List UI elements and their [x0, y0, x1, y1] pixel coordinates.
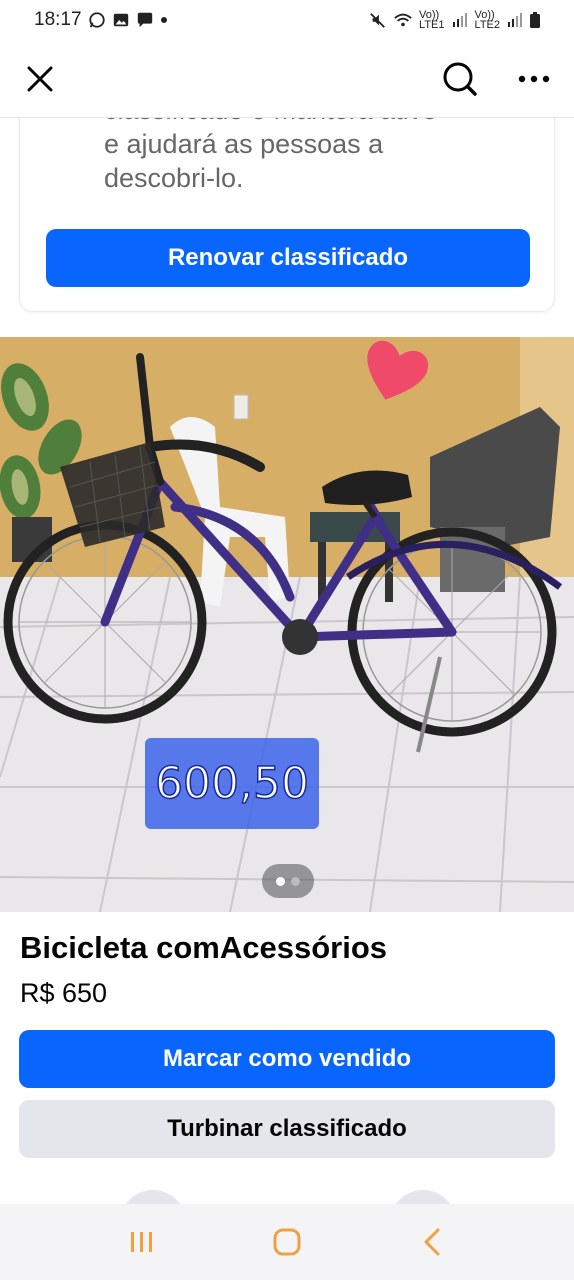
whatsapp-icon — [88, 12, 105, 28]
renew-card: classificado o manterá ativo e ajudará a… — [19, 92, 555, 312]
recents-button[interactable] — [112, 1212, 172, 1272]
wifi-icon — [394, 13, 412, 27]
heart-sticker-icon — [367, 340, 429, 400]
sim2-label: Vo)) LTE2 — [474, 9, 500, 31]
back-button[interactable] — [402, 1212, 462, 1272]
boost-listing-button[interactable]: Turbinar classificado — [19, 1100, 555, 1158]
status-time: 18:17 — [34, 9, 82, 30]
mark-as-sold-button[interactable]: Marcar como vendido — [19, 1030, 555, 1088]
signal-2-icon — [508, 13, 522, 27]
battery-icon — [530, 12, 540, 28]
status-bar: 18:17 Vo)) LTE1 Vo)) LTE2 — [0, 0, 574, 40]
search-icon — [443, 62, 477, 96]
top-bar — [0, 40, 574, 118]
search-button[interactable] — [438, 57, 482, 101]
photo-dot — [291, 876, 300, 886]
listing-price: R$ 650 — [20, 978, 108, 1008]
home-icon — [273, 1228, 301, 1256]
sim1-label: Vo)) LTE1 — [419, 9, 445, 31]
home-button[interactable] — [257, 1212, 317, 1272]
message-icon — [137, 12, 152, 28]
close-icon — [27, 66, 53, 91]
listing-photo[interactable]: 600,50 — [0, 337, 574, 912]
close-button[interactable] — [18, 57, 62, 101]
image-price-overlay: 600,50 — [145, 738, 319, 829]
listing-title: Bicicleta comAcessórios — [20, 930, 388, 965]
more-options-button[interactable] — [512, 57, 556, 101]
more-icon — [518, 75, 550, 82]
notification-dot-icon — [160, 17, 167, 23]
mute-icon — [370, 13, 385, 28]
gallery-icon — [113, 13, 128, 27]
back-icon — [424, 1228, 440, 1256]
system-nav-bar — [0, 1204, 574, 1280]
renew-listing-button[interactable]: Renovar classificado — [46, 229, 530, 287]
signal-1-icon — [452, 13, 467, 27]
photo-pagination[interactable] — [262, 864, 314, 898]
recents-icon — [131, 1232, 153, 1252]
photo-dot-active — [276, 876, 285, 886]
